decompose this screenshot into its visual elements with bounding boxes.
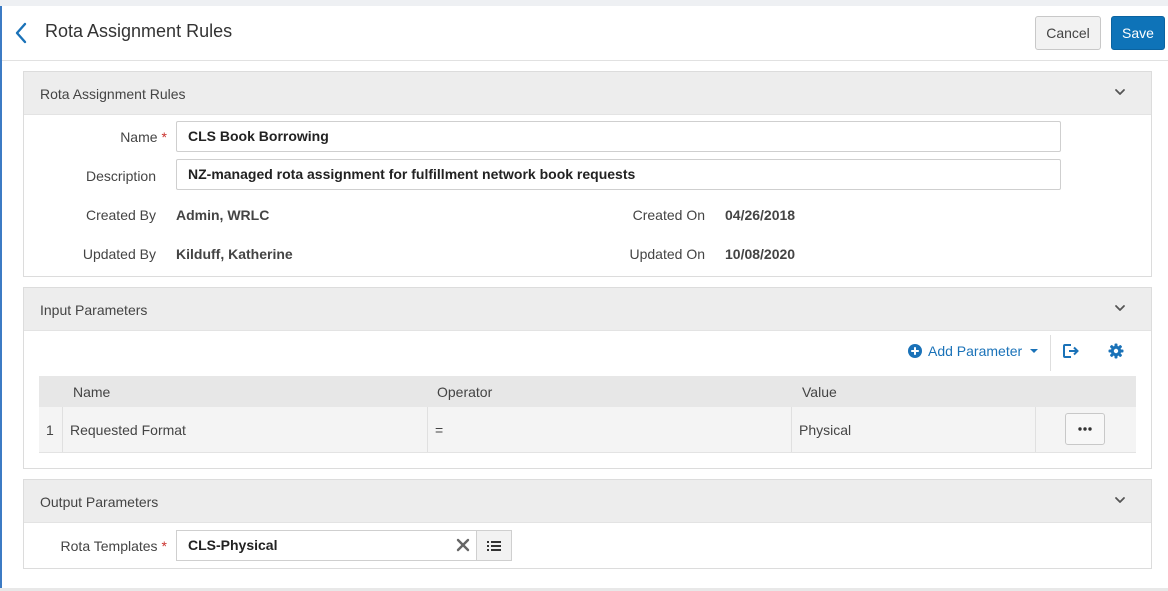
chevron-down-icon[interactable] <box>1113 85 1127 99</box>
created-by-label: Created By <box>85 207 156 223</box>
cancel-button[interactable]: Cancel <box>1035 16 1101 50</box>
output-panel-title: Output Parameters <box>40 494 159 510</box>
chevron-down-icon[interactable] <box>1113 493 1127 507</box>
updated-by-label: Updated By <box>82 246 156 262</box>
caret-down-icon <box>1030 349 1039 353</box>
add-parameter-label: Add Parameter <box>928 343 1023 359</box>
table-header: Name Operator Value <box>39 376 1136 407</box>
updated-on-value: 10/08/2020 <box>725 246 796 262</box>
created-on-value: 04/26/2018 <box>725 207 796 223</box>
rota-templates-value: CLS-Physical <box>188 537 278 553</box>
row-value: Physical <box>799 421 852 438</box>
parameters-table: Name Operator Value 1 Requested Format =… <box>39 376 1136 453</box>
input-panel-header[interactable]: Input Parameters <box>24 288 1151 331</box>
chevron-down-icon[interactable] <box>1113 301 1127 315</box>
plus-circle-icon <box>908 344 922 358</box>
input-panel-title: Input Parameters <box>40 302 148 318</box>
column-header-value[interactable]: Value <box>802 376 837 407</box>
row-index: 1 <box>46 421 54 438</box>
page-title: Rota Assignment Rules <box>45 21 233 41</box>
clear-x-icon[interactable] <box>456 538 470 552</box>
output-parameters-panel: Output Parameters Rota Templates * CLS-Ph… <box>23 479 1152 569</box>
gear-icon[interactable] <box>1108 343 1124 359</box>
column-separator <box>427 407 428 452</box>
save-button[interactable]: Save <box>1111 16 1165 50</box>
rota-templates-list-button[interactable] <box>476 530 512 561</box>
rota-templates-input[interactable]: CLS-Physical <box>176 530 476 561</box>
required-marker: * <box>161 538 167 554</box>
name-input[interactable]: CLS Book Borrowing <box>176 121 1061 152</box>
description-label: Description <box>85 168 156 184</box>
export-icon[interactable] <box>1062 343 1080 359</box>
name-label: Name * <box>24 129 167 145</box>
rota-templates-label: Rota Templates * <box>24 538 167 554</box>
column-header-operator[interactable]: Operator <box>437 376 492 407</box>
description-input[interactable]: NZ-managed rota assignment for fulfillme… <box>176 159 1061 190</box>
updated-on-label: Updated On <box>629 246 706 262</box>
rules-panel-header[interactable]: Rota Assignment Rules <box>24 72 1151 115</box>
output-panel-header[interactable]: Output Parameters <box>24 480 1151 523</box>
ellipsis-icon <box>1078 427 1092 431</box>
column-separator <box>1035 407 1036 452</box>
list-icon <box>487 540 501 551</box>
updated-by-value: Kilduff, Katherine <box>176 246 293 262</box>
column-separator <box>62 407 63 452</box>
back-button[interactable] <box>12 20 32 46</box>
required-marker: * <box>161 129 167 145</box>
back-chevron-icon <box>15 22 27 44</box>
left-accent-edge <box>0 6 2 591</box>
rota-templates-label-text: Rota Templates <box>60 538 158 554</box>
input-parameters-panel: Input Parameters Add Parameter Name Oper… <box>23 287 1152 469</box>
row-operator: = <box>435 421 444 438</box>
toolbar-separator <box>1050 335 1051 371</box>
column-header-name[interactable]: Name <box>73 376 110 407</box>
name-label-text: Name <box>120 129 158 145</box>
row-actions-button[interactable] <box>1065 413 1105 445</box>
created-by-value: Admin, WRLC <box>176 207 270 223</box>
table-row[interactable]: 1 Requested Format = Physical <box>39 407 1136 453</box>
column-separator <box>791 407 792 452</box>
page-header: Rota Assignment Rules Cancel Save <box>2 6 1168 61</box>
rules-panel-title: Rota Assignment Rules <box>40 86 186 102</box>
rules-panel: Rota Assignment Rules Name * CLS Book Bor… <box>23 71 1152 277</box>
row-name: Requested Format <box>70 421 186 438</box>
created-on-label: Created On <box>632 207 705 223</box>
add-parameter-button[interactable]: Add Parameter <box>908 343 1039 359</box>
